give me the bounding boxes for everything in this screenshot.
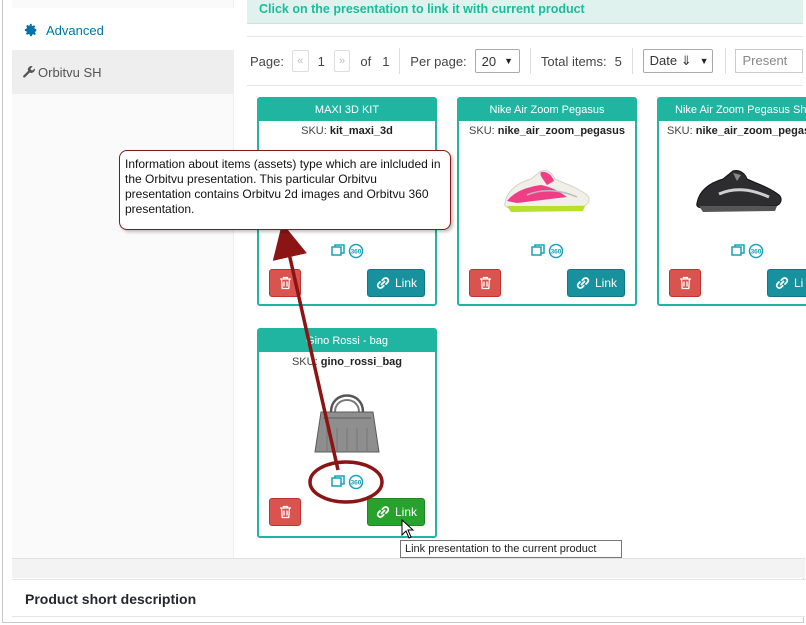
- prev-page-button[interactable]: «: [291, 50, 309, 72]
- tab-advanced[interactable]: Advanced: [12, 8, 234, 52]
- link-icon: [376, 277, 390, 289]
- asset-types: 360: [659, 243, 806, 259]
- card-title: Nike Air Zoom Pegasus Sh: [659, 99, 806, 121]
- presentation-card[interactable]: Gino Rossi - bag SKU: gino_rossi_bag 360…: [257, 328, 437, 538]
- caret-down-icon: ▼: [699, 56, 709, 66]
- of-label: of: [360, 53, 372, 69]
- tab-orbitvu-sh[interactable]: Orbitvu SH: [12, 50, 234, 94]
- asset-types: 360: [259, 474, 435, 490]
- wrench-icon: [23, 66, 35, 78]
- svg-text:360: 360: [550, 249, 561, 256]
- annotation-callout: Information about items (assets) type wh…: [119, 150, 451, 230]
- presentation-card[interactable]: Nike Air Zoom Pegasus Sh SKU: nike_air_z…: [657, 97, 806, 306]
- caret-down-icon: ▼: [504, 56, 514, 66]
- product-image: [659, 141, 806, 241]
- sneaker-pink-image: [504, 170, 590, 212]
- 360-icon: 360: [348, 474, 363, 490]
- card-title: Gino Rossi - bag: [259, 330, 435, 352]
- link-icon: [576, 277, 590, 289]
- 2d-images-icon: [530, 244, 545, 256]
- divider: [724, 48, 726, 74]
- gear-icon: [24, 23, 37, 37]
- sort-select[interactable]: Date ⇓ ▼: [642, 49, 713, 73]
- link-icon: [775, 277, 789, 289]
- per-page-value: 20: [481, 53, 497, 69]
- link-tooltip: Link presentation to the current product: [400, 540, 622, 558]
- card-title: Nike Air Zoom Pegasus: [459, 99, 635, 121]
- card-title: MAXI 3D KIT: [259, 99, 435, 121]
- link-button-label: Link: [594, 276, 617, 290]
- pagination-bar: Page: « 1 » of 1 Per page: 20 ▼ Total it…: [247, 36, 803, 86]
- tab-orbitvu-sh-label: Orbitvu SH: [38, 64, 102, 80]
- link-icon: [376, 506, 390, 518]
- total-items-count: 5: [614, 53, 622, 69]
- product-image: [259, 372, 435, 472]
- svg-text:360: 360: [350, 249, 361, 256]
- divider: [399, 48, 401, 74]
- link-button-label: Link: [394, 505, 417, 519]
- svg-text:360: 360: [350, 480, 361, 487]
- total-items-label: Total items:: [540, 53, 607, 69]
- card-sku: SKU: nike_air_zoom_pegasus: [469, 125, 625, 137]
- bag-image: [314, 394, 380, 453]
- delete-button[interactable]: [269, 269, 301, 297]
- presentation-card[interactable]: Nike Air Zoom Pegasus SKU: nike_air_zoom…: [457, 97, 637, 306]
- link-button[interactable]: Link: [567, 269, 625, 297]
- product-image: [459, 141, 635, 241]
- card-sku: SKU: gino_rossi_bag: [291, 356, 403, 368]
- metabox-footer: [12, 558, 805, 578]
- asset-types: 360: [259, 243, 435, 259]
- tab-advanced-label: Advanced: [46, 22, 104, 38]
- current-page: 1: [317, 53, 325, 69]
- mouse-cursor-icon: [401, 519, 415, 539]
- settings-tabs: Advanced Orbitvu SH: [12, 0, 234, 558]
- total-pages: 1: [382, 53, 390, 69]
- divider: [631, 48, 633, 74]
- divider: [530, 48, 531, 74]
- sort-value: Date ⇓: [649, 53, 692, 68]
- page-label: Page:: [250, 53, 284, 69]
- delete-button[interactable]: [269, 498, 301, 526]
- 360-icon: 360: [548, 243, 563, 259]
- 2d-images-icon: [731, 244, 745, 256]
- link-button-label: Li: [794, 276, 804, 290]
- link-button[interactable]: Li: [767, 269, 806, 297]
- 2d-images-icon: [330, 475, 345, 487]
- instruction-notice: Click on the presentation to link it wit…: [247, 0, 803, 24]
- trash-icon: [679, 276, 691, 290]
- link-button-label: Link: [394, 276, 417, 290]
- per-page-label: Per page:: [410, 53, 467, 69]
- trash-icon: [479, 276, 491, 290]
- product-short-description-header[interactable]: Product short description: [12, 579, 805, 617]
- svg-text:360: 360: [751, 249, 762, 256]
- card-sku: SKU: nike_air_zoom_pegasus: [667, 125, 806, 137]
- 360-icon: 360: [748, 243, 764, 259]
- card-sku: SKU: kit_maxi_3d: [301, 125, 393, 137]
- trash-icon: [279, 276, 291, 290]
- 360-icon: 360: [348, 243, 363, 259]
- link-button[interactable]: Link: [367, 269, 425, 297]
- per-page-select[interactable]: 20 ▼: [474, 49, 521, 73]
- trash-icon: [279, 505, 291, 519]
- next-page-button[interactable]: »: [333, 50, 351, 72]
- delete-button[interactable]: [669, 269, 701, 297]
- delete-button[interactable]: [469, 269, 501, 297]
- 2d-images-icon: [330, 244, 345, 256]
- link-button[interactable]: Link: [367, 498, 425, 526]
- sneaker-black-image: [696, 170, 782, 212]
- asset-types: 360: [459, 243, 635, 259]
- search-input[interactable]: Present: [735, 49, 803, 73]
